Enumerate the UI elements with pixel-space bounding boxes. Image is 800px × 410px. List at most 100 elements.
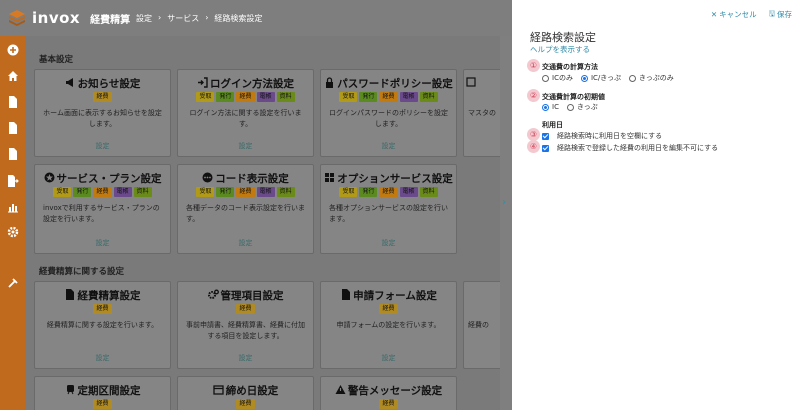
card-description: 各種オプションサービスの設定を行います。 <box>329 204 448 223</box>
card-description: ログイン方法に関する設定を行います。 <box>189 109 302 128</box>
tag-keihi: 経費 <box>379 187 398 197</box>
card-login-settings[interactable]: ログイン方法設定 受取 発行 経費 電帳 資料 ログイン方法に関する設定を行いま… <box>177 69 314 157</box>
card-code-display[interactable]: コード表示設定 受取 発行 経費 電帳 資料 各種データのコード表示設定を行いま… <box>177 164 314 254</box>
save-button[interactable]: 🖫 保存 <box>769 8 792 21</box>
settings-link[interactable]: 設定 <box>35 353 170 363</box>
document-icon <box>340 289 351 300</box>
settings-link[interactable]: 設定 <box>178 238 313 248</box>
document-icon[interactable] <box>6 121 19 134</box>
save-icon: 🖫 <box>768 9 775 18</box>
card-description: 申請フォームの設定を行います。 <box>336 321 441 329</box>
tag-hakko: 発行 <box>359 92 378 102</box>
gears-icon <box>207 289 219 300</box>
login-icon <box>197 77 208 88</box>
settings-link[interactable]: 設定 <box>178 141 313 151</box>
card-title: ログイン方法設定 <box>210 78 294 90</box>
default-calc-label: 交通費計算の初期値 <box>542 93 605 101</box>
tag-keihi: 経費 <box>236 399 255 409</box>
logo[interactable]: invox 経費精算 <box>8 9 130 27</box>
gear-icon[interactable] <box>6 225 19 238</box>
tag-keihi: 経費 <box>236 187 255 197</box>
tag-shiryo: 資料 <box>133 187 152 197</box>
radio-ic[interactable]: IC <box>542 103 559 111</box>
tag-hakko: 発行 <box>216 92 235 102</box>
card-title: お知らせ設定 <box>77 78 141 90</box>
card-description: 各種データのコード表示設定を行います。 <box>186 204 305 223</box>
grid-icon <box>324 172 335 183</box>
breadcrumb-item[interactable]: サービス <box>167 13 199 24</box>
tag-hakko: 発行 <box>216 187 235 197</box>
radio-ic-only[interactable]: ICのみ <box>542 73 573 83</box>
tag-keihi: 経費 <box>93 187 112 197</box>
settings-link[interactable]: 設定 <box>35 141 170 151</box>
radio-ic-kippu[interactable]: IC/きっぷ <box>580 73 621 83</box>
tag-keihi: 経費 <box>93 399 112 409</box>
tag-keihi: 経費 <box>93 92 112 102</box>
card-keihi-other[interactable]: 経費の <box>463 281 500 369</box>
checkbox-lock-date[interactable]: 経路検索で登録した経費の利用日を編集不可にする <box>542 143 718 153</box>
card-closing-date[interactable]: 締め日設定 経費 <box>177 376 314 410</box>
settings-link[interactable]: 設定 <box>321 141 456 151</box>
radio-kippu-only[interactable]: きっぷのみ <box>628 73 674 83</box>
settings-link[interactable]: 設定 <box>35 238 170 248</box>
tag-dencho: 電帳 <box>399 187 418 197</box>
tag-shiryo: 資料 <box>419 92 438 102</box>
card-title: 申請フォーム設定 <box>353 290 437 302</box>
tools-icon[interactable] <box>6 276 19 289</box>
tag-juchu: 受取 <box>196 92 215 102</box>
tag-juchu: 受取 <box>53 187 72 197</box>
settings-link[interactable]: 設定 <box>178 353 313 363</box>
settings-link[interactable]: 設定 <box>321 238 456 248</box>
card-warning-message[interactable]: 警告メッセージ設定 経費 <box>320 376 457 410</box>
help-link[interactable]: ヘルプを表示する <box>530 44 590 55</box>
tag-shiryo: 資料 <box>276 92 295 102</box>
tag-keihi: 経費 <box>236 304 255 314</box>
card-title: サービス・プラン設定 <box>56 173 162 185</box>
card-keihi-settings[interactable]: 経費精算設定 経費 経費精算に関する設定を行います。 設定 <box>34 281 171 369</box>
cancel-button[interactable]: ✕ キャンセル <box>711 8 757 21</box>
document-icon[interactable] <box>6 95 19 108</box>
sidebar <box>0 36 25 410</box>
card-description: ホーム画面に表示するお知らせを設定します。 <box>43 109 162 128</box>
card-application-form[interactable]: 申請フォーム設定 経費 申請フォームの設定を行います。 設定 <box>320 281 457 369</box>
chevron-right-icon[interactable]: › <box>502 197 506 208</box>
section-title: 基本設定 <box>39 55 74 65</box>
logo-subtitle: 経費精算 <box>90 14 131 26</box>
document-icon[interactable] <box>6 147 19 160</box>
card-description: 事前申請書、経費精算書、経費に付加する項目を設定します。 <box>186 321 305 340</box>
step-badge: ④ <box>527 140 540 153</box>
card-description: ログインパスワードのポリシーを設定します。 <box>329 109 448 128</box>
more-circle-icon <box>202 172 213 183</box>
card-password-policy[interactable]: パスワードポリシー設定 受取 発行 経費 電帳 資料 ログインパスワードのポリシ… <box>320 69 457 157</box>
settings-link[interactable]: 設定 <box>321 353 456 363</box>
document-icon <box>65 289 76 300</box>
plus-circle-icon[interactable] <box>6 43 19 56</box>
card-title: コード表示設定 <box>215 173 289 185</box>
step-badge: ② <box>527 89 540 102</box>
radio-kippu[interactable]: きっぷ <box>566 102 598 112</box>
settings-main: 基本設定 お知らせ設定 経費 ホーム画面に表示するお知らせを設定します。 設定 … <box>25 36 500 410</box>
tag-dencho: 電帳 <box>113 187 132 197</box>
tag-shiryo: 資料 <box>419 187 438 197</box>
card-option-service[interactable]: オプションサービス設定 受取 発行 経費 電帳 資料 各種オプションサービスの設… <box>320 164 457 254</box>
chevron-right-icon: › <box>158 13 162 22</box>
export-icon[interactable] <box>6 174 19 187</box>
chart-icon[interactable] <box>6 200 19 213</box>
section-title: 経費精算に関する設定 <box>39 267 125 277</box>
card-service-plan[interactable]: サービス・プラン設定 受取 発行 経費 電帳 資料 invoxで利用するサービス… <box>34 164 171 254</box>
warning-icon <box>335 384 346 395</box>
checkbox-blank-date[interactable]: 経路検索時に利用日を空欄にする <box>542 131 662 141</box>
calendar-icon <box>213 384 224 395</box>
tag-keihi: 経費 <box>379 92 398 102</box>
tag-dencho: 電帳 <box>256 92 275 102</box>
breadcrumb-item[interactable]: 設定 <box>136 13 152 24</box>
card-kanri-items[interactable]: 管理項目設定 経費 事前申請書、経費精算書、経費に付加する項目を設定します。 設… <box>177 281 314 369</box>
tag-keihi: 経費 <box>379 304 398 314</box>
card-commuter-route[interactable]: 定期区間設定 経費 <box>34 376 171 410</box>
edit-icon <box>466 76 477 87</box>
card-notice-settings[interactable]: お知らせ設定 経費 ホーム画面に表示するお知らせを設定します。 設定 <box>34 69 171 157</box>
card-description: マスタの <box>468 109 496 117</box>
card-master-settings[interactable]: マスタの <box>463 69 500 157</box>
home-icon[interactable] <box>6 69 19 82</box>
tag-keihi: 経費 <box>236 92 255 102</box>
